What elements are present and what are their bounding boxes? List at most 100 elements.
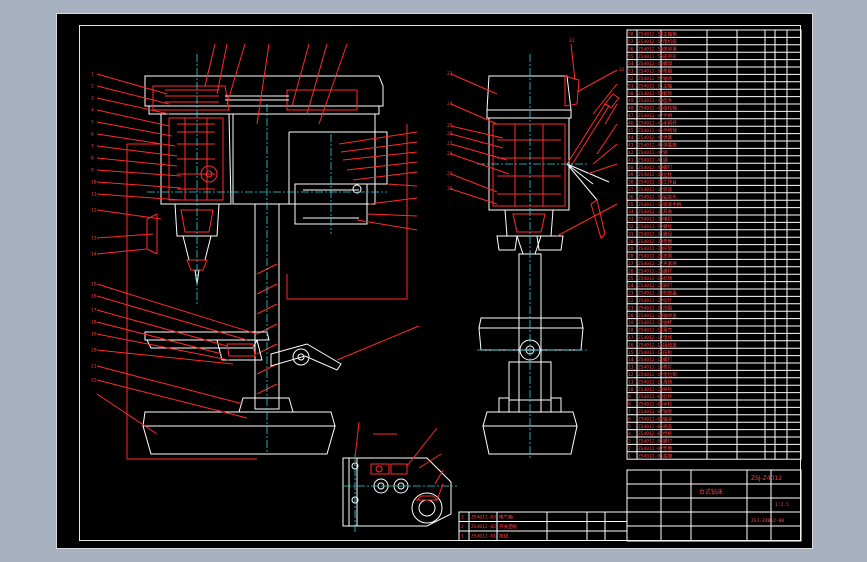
bom-code: ZS4012-03 (638, 439, 663, 445)
part-balloon: 27 (447, 141, 453, 147)
bom-no: 12 (628, 372, 634, 378)
part-balloon: 18 (91, 320, 97, 326)
bom-no: 1 (628, 453, 631, 459)
bom-name: 轴套 (663, 408, 673, 415)
bom-code: ZS4012-34 (638, 209, 663, 215)
bom-name: 手柄 (663, 112, 673, 119)
bom-name: 垫圈 (663, 445, 673, 452)
part-balloon: 24 (447, 101, 453, 107)
bom-no: 42 (628, 150, 634, 156)
bom-code: ZS4012-14 (638, 357, 663, 363)
bom-no: 26 (628, 268, 634, 274)
part-balloon: 9 (91, 168, 94, 174)
bom-no: 40 (628, 165, 634, 171)
title-block: 台式钻床 ZSJ-Z4012 1:2.5 ZSJ-Z4012-00 (626, 469, 802, 542)
part-balloon: 10 (91, 180, 97, 186)
drawing-sheet: 1 2 3 4 5 6 7 8 9 10 11 12 13 14 15 16 17 18 19 20 21 22 (56, 13, 813, 549)
bom-name: 铆钉 (663, 282, 673, 289)
bom-no: 14 (628, 357, 634, 363)
bom-no: 8 (628, 402, 631, 408)
bom-footer-table: 3 ZS4012-03 电气箱 2 ZS4012-02 开关面板 1 ZS4012-01 按钮 (458, 511, 628, 541)
bom-name: 标牌 (663, 275, 673, 282)
bom-no: 15 (628, 350, 634, 356)
bom-no: 55 (628, 54, 634, 60)
bom-name: 主轴 (663, 82, 673, 89)
bom-name: 罩壳 (663, 327, 673, 334)
bom-no: 22 (628, 298, 634, 304)
side-view (477, 54, 620, 459)
part-balloon: 17 (91, 308, 97, 314)
bom-name: 电机座 (663, 38, 677, 45)
bom-code: ZS4012-55 (638, 54, 663, 60)
bom-name: 轴承 (663, 415, 673, 422)
bom-code: ZS4012-43 (638, 143, 663, 149)
bom-name: 皮带罩 (663, 45, 677, 52)
bom-name: 螺钉 (663, 356, 673, 363)
bom-name: 指针 (663, 297, 673, 304)
bom-name: 手柄杆 (663, 119, 677, 126)
bom-name: 底座 (663, 186, 673, 193)
bom-no: 19 (628, 320, 634, 326)
bom-code: ZS4012-20 (638, 313, 663, 319)
part-balloon: 7 (91, 144, 94, 150)
bom-name: 皮带轮 (663, 53, 677, 60)
part-balloon: 23 (447, 71, 453, 77)
bom-code: ZS4012-37 (638, 187, 663, 193)
bom-name: 套筒 (663, 90, 673, 97)
bom-name: 轴承盖 (663, 312, 677, 319)
bom-code: ZS4012-22 (638, 298, 663, 304)
bom-name: 手轮 (663, 401, 673, 408)
bom-name: 弹簧 (663, 134, 673, 141)
bom-code: ZS4012-13 (638, 365, 663, 371)
bom-code: ZS4012-30 (638, 239, 663, 245)
bom-no: 21 (628, 305, 634, 311)
bom-code: ZS4012-41 (638, 157, 663, 163)
bom-footer-code: ZS4012-03 (471, 515, 496, 521)
bom-code: ZS4012-48 (638, 106, 663, 112)
bom-code: ZS4012-21 (638, 305, 663, 311)
bom-name: 螺钉 (663, 164, 673, 171)
bom-name: 垫圈 (663, 68, 673, 75)
bom-no: 37 (628, 187, 634, 193)
bom-no: 31 (628, 231, 634, 237)
title-block-scale: 1:2.5 (775, 502, 789, 508)
bom-code: ZS4012-35 (638, 202, 663, 208)
bom-name: 接线盒 (663, 341, 677, 348)
bom-no: 46 (628, 120, 634, 126)
bom-name: 螺杆 (663, 267, 673, 274)
bom-code: ZS4012-01 (638, 453, 663, 459)
bom-code: ZS4012-32 (638, 224, 663, 230)
bom-code: ZS4012-04 (638, 431, 663, 437)
bom-name: 定位销 (663, 371, 677, 378)
bom-name: 支臂 (663, 253, 673, 260)
bom-no: 11 (628, 379, 634, 385)
bom-code: ZS4012-15 (638, 350, 663, 356)
part-balloon: 30 (447, 186, 453, 192)
bom-code: ZS4012-46 (638, 120, 663, 126)
bom-code: ZS4012-05 (638, 424, 663, 430)
bom-code: ZS4012-10 (638, 387, 663, 393)
bom-no: 47 (628, 113, 634, 119)
bom-code: ZS4012-42 (638, 150, 663, 156)
part-balloon: 3 (91, 96, 94, 102)
bom-code: ZS4012-12 (638, 372, 663, 378)
bom-no: 51 (628, 83, 634, 89)
bom-name: 端盖 (663, 423, 673, 430)
bom-footer-name: 按钮 (499, 533, 509, 540)
bom-no: 45 (628, 128, 634, 134)
part-balloon: 12 (91, 208, 97, 214)
bom-footer-no: 2 (461, 524, 464, 530)
bom-name: 轴承 (663, 75, 673, 82)
bom-code: ZS4012-56 (638, 46, 663, 52)
bom-no: 6 (628, 416, 631, 422)
bom-no: 54 (628, 61, 634, 67)
bom-table: 58 ZS4012-58 主轴箱57 ZS4012-57 电机座56 ZS4012-56 皮… (626, 29, 802, 460)
bom-no: 27 (628, 261, 634, 267)
bom-no: 48 (628, 106, 634, 112)
bom-name: 导轨 (663, 386, 673, 393)
bom-name: 垫片 (663, 364, 673, 371)
bom-name: 手柄球 (663, 127, 677, 134)
bom-code: ZS4012-53 (638, 69, 663, 75)
bom-name: 垫圈 (663, 238, 673, 245)
bom-code: ZS4012-50 (638, 91, 663, 97)
